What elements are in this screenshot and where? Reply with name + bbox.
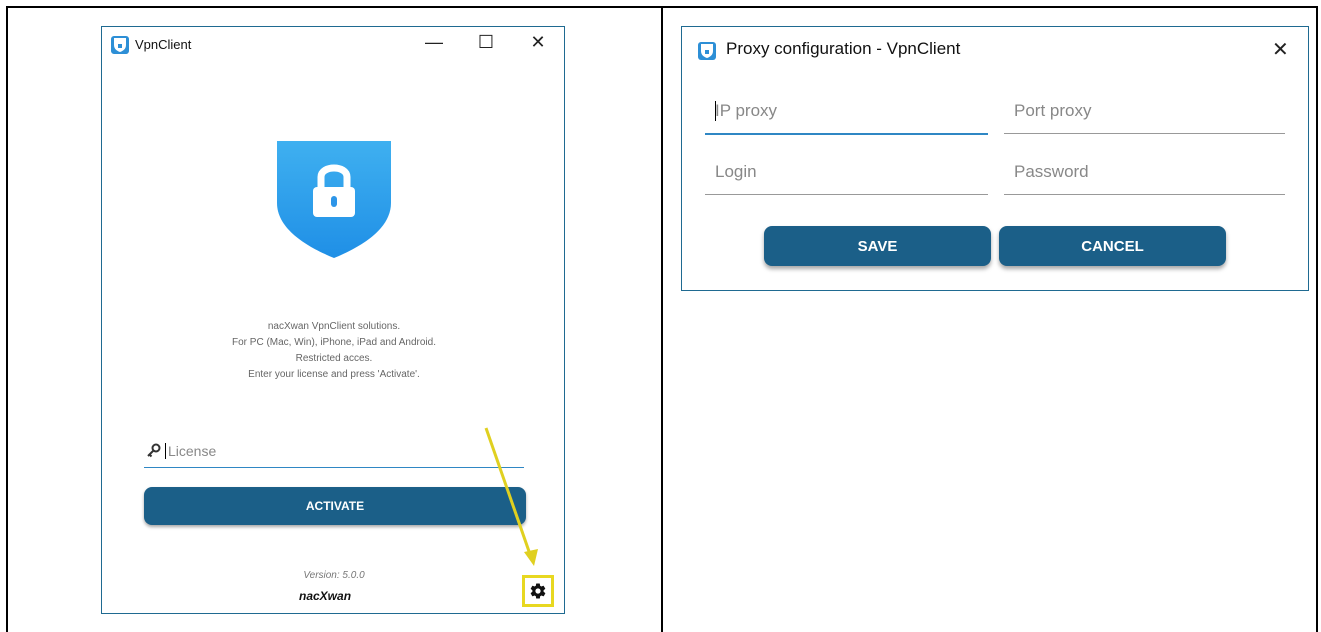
description-line: nacXwan VpnClient solutions. bbox=[267, 321, 401, 332]
login-field[interactable]: Login bbox=[705, 154, 988, 195]
license-placeholder: License bbox=[164, 443, 217, 459]
dialog-close-button[interactable]: ✕ bbox=[1272, 37, 1289, 62]
key-icon bbox=[147, 443, 161, 458]
ip-proxy-placeholder: IP proxy bbox=[715, 101, 778, 120]
dialog-title: Proxy configuration - VpnClient bbox=[726, 39, 961, 58]
version-text: Version: 5.0.0 bbox=[303, 570, 365, 581]
lock-shield-icon bbox=[277, 141, 391, 258]
app-shield-icon bbox=[698, 42, 716, 60]
settings-gear-button[interactable] bbox=[522, 575, 554, 607]
cancel-button[interactable]: CANCEL bbox=[999, 226, 1226, 266]
description-line: Restricted acces. bbox=[295, 353, 373, 364]
proxy-dialog: Proxy configuration - VpnClient ✕ IP pro… bbox=[681, 26, 1309, 291]
login-placeholder: Login bbox=[715, 162, 757, 181]
license-input[interactable]: License bbox=[144, 437, 524, 468]
minimize-button[interactable]: — bbox=[420, 31, 448, 53]
description-line: For PC (Mac, Win), iPhone, iPad and Andr… bbox=[232, 337, 436, 348]
window-title: VpnClient bbox=[135, 37, 192, 52]
save-button[interactable]: SAVE bbox=[764, 226, 991, 266]
close-button[interactable]: ✕ bbox=[524, 31, 552, 53]
port-proxy-placeholder: Port proxy bbox=[1014, 101, 1092, 120]
ip-proxy-field[interactable]: IP proxy bbox=[705, 93, 988, 135]
maximize-button[interactable]: ☐ bbox=[472, 31, 500, 53]
brand-logo: nacXwan bbox=[299, 589, 352, 603]
activate-button[interactable]: ACTIVATE bbox=[144, 487, 526, 525]
vpnclient-window: VpnClient — ☐ ✕ nacXwan VpnClient soluti… bbox=[101, 26, 565, 614]
password-field[interactable]: Password bbox=[1004, 154, 1285, 195]
port-proxy-field[interactable]: Port proxy bbox=[1004, 93, 1285, 134]
gear-icon bbox=[530, 583, 546, 599]
description-line: Enter your license and press 'Activate'. bbox=[248, 369, 420, 380]
description-text: nacXwan VpnClient solutions. For PC (Mac… bbox=[102, 319, 566, 383]
app-shield-icon bbox=[111, 36, 129, 54]
password-placeholder: Password bbox=[1014, 162, 1089, 181]
